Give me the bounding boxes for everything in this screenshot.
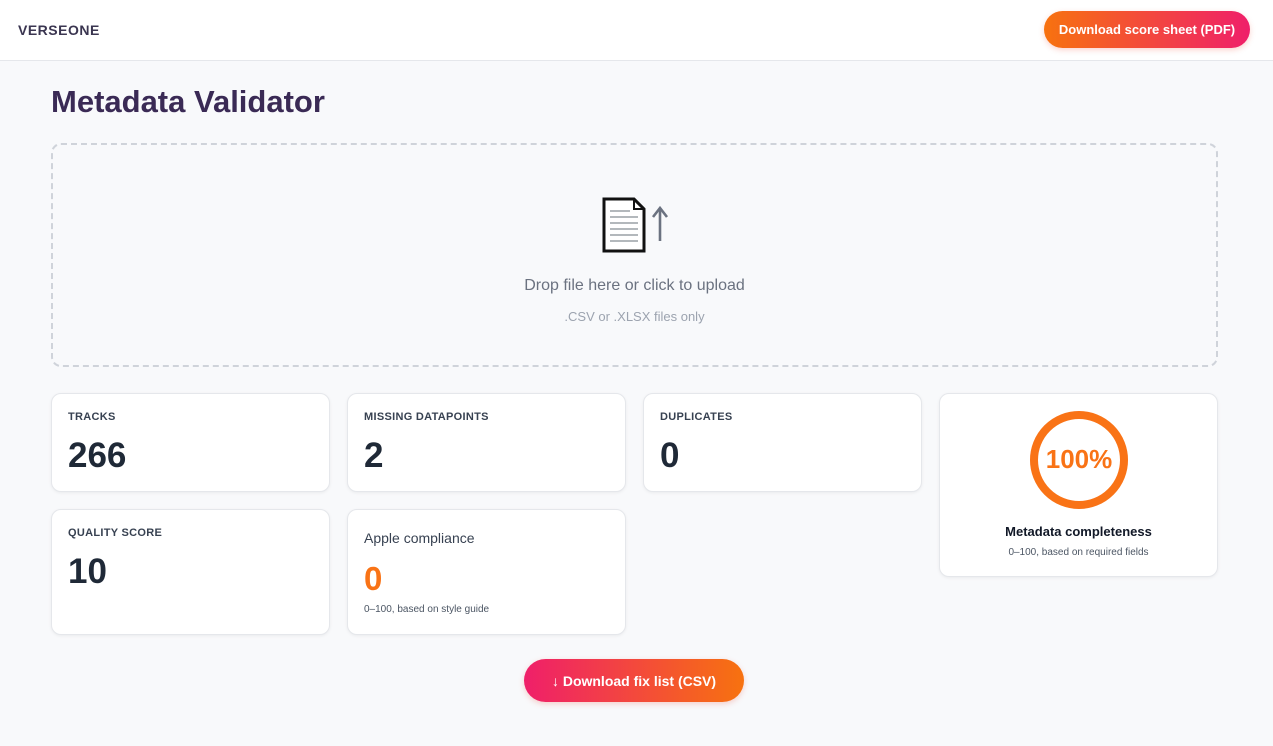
quality-score-label: QUALITY SCORE [68, 527, 163, 539]
tracks-card: TRACKS 266 [51, 393, 330, 492]
completeness-ring: 100% [1028, 409, 1130, 511]
tracks-value: 266 [68, 436, 127, 475]
download-score-sheet-button[interactable]: Download score sheet (PDF) [1044, 11, 1250, 48]
quality-score-value: 10 [68, 552, 107, 591]
dropzone-prompt: Drop file here or click to upload [524, 277, 745, 294]
apple-compliance-label: Apple compliance [364, 530, 475, 546]
brand-logo[interactable]: VERSEONE [18, 22, 100, 38]
duplicates-label: DUPLICATES [660, 411, 733, 423]
apple-compliance-value: 0 [364, 560, 383, 597]
tracks-label: TRACKS [68, 411, 116, 423]
page-title: Metadata Validator [51, 84, 325, 119]
missing-datapoints-label: MISSING DATAPOINTS [364, 411, 489, 423]
apple-compliance-note: 0–100, based on style guide [364, 604, 490, 615]
top-bar: VERSEONE Download score sheet (PDF) [0, 0, 1273, 61]
file-dropzone[interactable]: Drop file here or click to upload .CSV o… [51, 143, 1218, 367]
duplicates-value: 0 [660, 436, 680, 475]
duplicates-card: DUPLICATES 0 [643, 393, 922, 492]
missing-datapoints-value: 2 [364, 436, 384, 475]
metadata-completeness-card: 100% Metadata completeness 0–100, based … [939, 393, 1218, 577]
completeness-note: 0–100, based on required fields [1008, 547, 1149, 558]
document-upload-icon [602, 197, 669, 253]
download-fix-list-button[interactable]: ↓ Download fix list (CSV) [524, 659, 744, 702]
quality-score-card: QUALITY SCORE 10 [51, 509, 330, 635]
completeness-title: Metadata completeness [1005, 524, 1152, 539]
missing-datapoints-card: MISSING DATAPOINTS 2 [347, 393, 626, 492]
completeness-percent: 100% [1045, 444, 1113, 474]
apple-compliance-card: Apple compliance 0 0–100, based on style… [347, 509, 626, 635]
dropzone-hint: .CSV or .XLSX files only [564, 309, 705, 324]
